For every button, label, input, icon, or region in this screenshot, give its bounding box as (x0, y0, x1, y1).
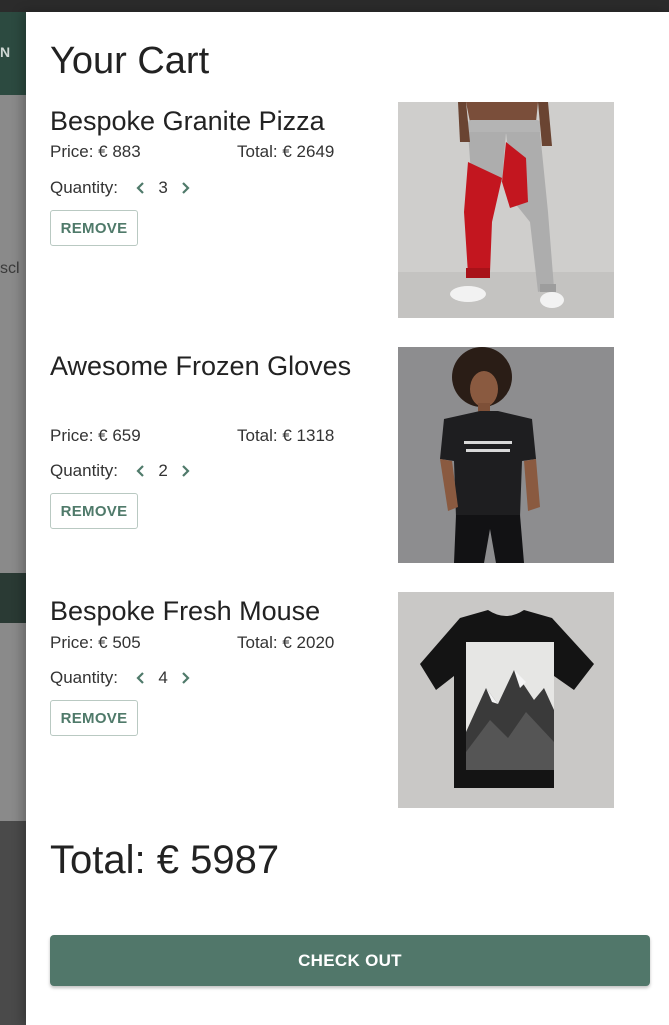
remove-button[interactable]: REMOVE (50, 210, 138, 246)
cart-item: Awesome Frozen Gloves Price: € 659 Total… (50, 347, 645, 563)
background-text: scl (0, 260, 20, 277)
grand-total: Total: € 5987 (50, 838, 280, 882)
quantity-value: 3 (158, 178, 168, 197)
item-price: Price: € 883 (50, 142, 141, 161)
item-price: Price: € 659 (50, 426, 141, 445)
product-image[interactable] (398, 347, 614, 563)
quantity-label: Quantity: (50, 461, 119, 480)
item-total: Total: € 2649 (237, 142, 335, 161)
quantity-label: Quantity: (50, 178, 119, 197)
quantity-stepper: Quantity: 4 (50, 666, 194, 690)
checkout-button[interactable]: CHECK OUT (50, 935, 650, 986)
remove-button[interactable]: REMOVE (50, 493, 138, 529)
background-header-text: N (0, 44, 11, 60)
cart-drawer: Your Cart Bespoke Granite Pizza Price: €… (26, 12, 669, 1025)
chevron-left-icon[interactable] (132, 459, 150, 483)
product-image[interactable] (398, 592, 614, 808)
cart-item: Bespoke Fresh Mouse Price: € 505 Total: … (50, 592, 645, 808)
remove-button[interactable]: REMOVE (50, 700, 138, 736)
item-total: Total: € 2020 (237, 633, 335, 652)
quantity-stepper: Quantity: 2 (50, 459, 194, 483)
chevron-right-icon[interactable] (176, 666, 194, 690)
quantity-label: Quantity: (50, 668, 119, 687)
item-name: Bespoke Fresh Mouse (50, 596, 321, 626)
item-total: Total: € 1318 (237, 426, 335, 445)
product-image[interactable] (398, 102, 614, 318)
chevron-right-icon[interactable] (176, 176, 194, 200)
cart-title: Your Cart (50, 40, 210, 82)
chevron-right-icon[interactable] (176, 459, 194, 483)
quantity-value: 4 (158, 668, 168, 687)
quantity-value: 2 (158, 461, 168, 480)
item-name: Awesome Frozen Gloves (50, 351, 352, 381)
cart-item: Bespoke Granite Pizza Price: € 883 Total… (50, 102, 645, 318)
quantity-stepper: Quantity: 3 (50, 176, 194, 200)
item-name: Bespoke Granite Pizza (50, 106, 325, 136)
top-bar (0, 0, 669, 12)
item-price: Price: € 505 (50, 633, 141, 652)
chevron-left-icon[interactable] (132, 666, 150, 690)
chevron-left-icon[interactable] (132, 176, 150, 200)
